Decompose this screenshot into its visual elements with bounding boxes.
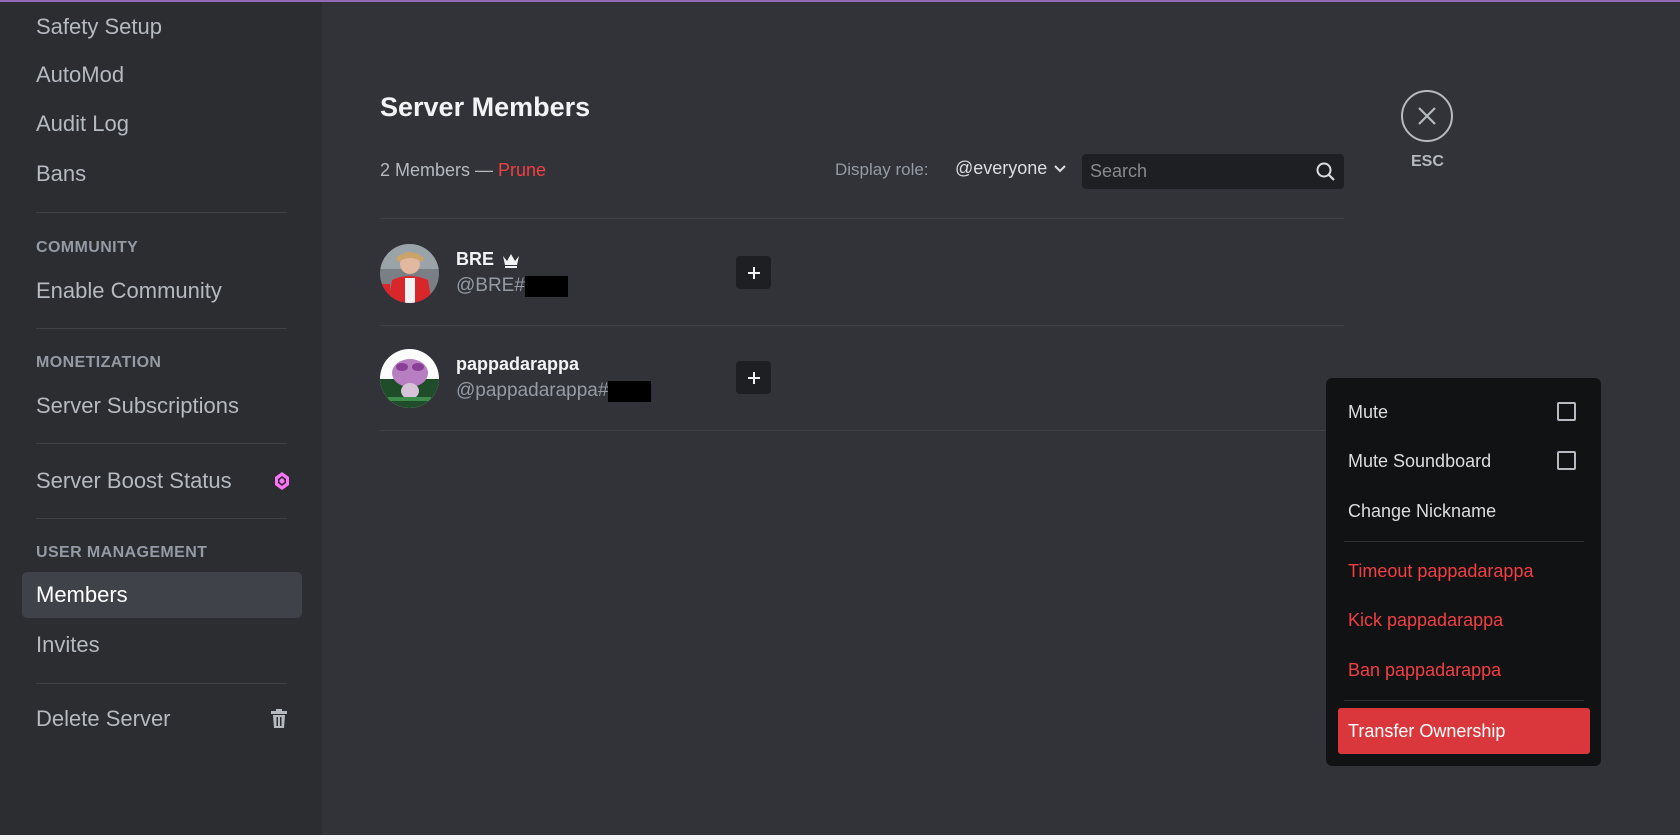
sidebar-item-invites[interactable]: Invites — [22, 622, 302, 668]
menu-divider — [1344, 700, 1584, 701]
menu-item-transfer-ownership[interactable]: Transfer Ownership — [1338, 708, 1590, 754]
sidebar-header-monetization: MONETIZATION — [36, 354, 162, 371]
sidebar-divider — [36, 212, 287, 213]
sidebar-item-label: Enable Community — [36, 278, 222, 303]
sidebar-item-label: Audit Log — [36, 111, 129, 136]
sidebar-item-label: Bans — [36, 161, 87, 186]
menu-item-change-nickname[interactable]: Change Nickname — [1338, 491, 1590, 531]
close-icon — [1418, 107, 1436, 125]
table-row[interactable]: BRE @BRE# — [380, 220, 1344, 324]
sidebar-item-label: Invites — [36, 632, 100, 657]
member-context-menu: Mute Mute Soundboard Change Nickname Tim… — [1326, 378, 1601, 766]
boost-gem-icon — [275, 472, 289, 490]
row-divider — [380, 218, 1344, 219]
trash-icon — [271, 709, 287, 728]
menu-item-label: Mute — [1348, 401, 1389, 422]
member-name: BRE — [456, 249, 520, 270]
plus-icon — [747, 266, 760, 279]
sidebar-header-community: COMMUNITY — [36, 239, 139, 256]
chevron-down-icon — [1054, 164, 1067, 172]
page-title: Server Members — [380, 92, 591, 122]
member-tag: @BRE# — [456, 275, 568, 297]
menu-item-mute-soundboard[interactable]: Mute Soundboard — [1338, 441, 1590, 481]
sidebar-item-server-subscriptions[interactable]: Server Subscriptions — [22, 383, 302, 429]
sidebar-item-automod[interactable]: AutoMod — [22, 52, 302, 98]
table-row[interactable]: pappadarappa @pappadarappa# — [380, 325, 1344, 429]
search-icon[interactable] — [1315, 161, 1336, 182]
sidebar-divider — [36, 328, 287, 329]
menu-item-mute[interactable]: Mute — [1338, 392, 1590, 432]
sidebar-divider — [36, 518, 287, 519]
member-name-text: pappadarappa — [456, 354, 580, 374]
display-role-value: @everyone — [955, 158, 1048, 178]
menu-item-kick[interactable]: Kick pappadarappa — [1338, 600, 1590, 640]
esc-label: ESC — [1411, 153, 1444, 170]
member-count: 2 Members — Prune — [380, 160, 546, 181]
sidebar-item-delete-server[interactable]: Delete Server — [22, 696, 302, 742]
member-tag: @pappadarappa# — [456, 380, 652, 402]
search-input[interactable] — [1082, 154, 1302, 189]
sidebar-item-label: Members — [36, 582, 128, 607]
sidebar-header-user-management: USER MANAGEMENT — [36, 544, 208, 561]
sidebar-divider — [36, 443, 287, 444]
sidebar-item-server-boost-status[interactable]: Server Boost Status — [22, 458, 302, 504]
avatar — [380, 349, 439, 408]
member-tag-text: @pappadarappa# — [456, 380, 609, 401]
sidebar-item-audit-log[interactable]: Audit Log — [22, 101, 302, 147]
menu-item-label: Kick pappadarappa — [1348, 609, 1504, 630]
sidebar-divider — [36, 683, 287, 684]
menu-item-label: Timeout pappadarappa — [1348, 560, 1534, 581]
mute-soundboard-checkbox[interactable] — [1557, 451, 1576, 470]
display-role-label: Display role: — [835, 160, 929, 179]
plus-icon — [747, 371, 760, 384]
member-tag-text: @BRE# — [456, 275, 525, 296]
sidebar-item-label: AutoMod — [36, 62, 125, 87]
add-role-button[interactable] — [736, 256, 771, 289]
menu-divider — [1344, 541, 1584, 542]
window-bottom-edge — [0, 835, 1680, 840]
avatar — [380, 244, 439, 303]
mute-checkbox[interactable] — [1557, 402, 1576, 421]
menu-item-ban[interactable]: Ban pappadarappa — [1338, 650, 1590, 690]
sidebar-item-bans[interactable]: Bans — [22, 151, 302, 197]
menu-item-label: Change Nickname — [1348, 500, 1497, 521]
settings-sidebar: Safety Setup AutoMod Audit Log Bans COMM… — [0, 2, 322, 835]
add-role-button[interactable] — [736, 361, 771, 394]
prune-link[interactable]: Prune — [498, 160, 546, 180]
close-button[interactable] — [1401, 90, 1453, 142]
menu-item-label: Mute Soundboard — [1348, 450, 1492, 471]
member-name: pappadarappa — [456, 354, 579, 375]
menu-item-label: Transfer Ownership — [1348, 720, 1506, 741]
member-search — [1082, 154, 1344, 189]
menu-item-timeout[interactable]: Timeout pappadarappa — [1338, 551, 1590, 591]
member-count-text: 2 Members — — [380, 160, 499, 180]
row-divider — [380, 430, 1344, 431]
sidebar-item-label: Delete Server — [36, 706, 171, 731]
redaction-box — [524, 275, 568, 297]
member-name-text: BRE — [456, 249, 495, 269]
sidebar-item-safety-setup[interactable]: Safety Setup — [22, 4, 302, 50]
sidebar-item-members[interactable]: Members — [22, 572, 302, 618]
redaction-box — [608, 380, 652, 402]
display-role-select[interactable]: @everyone — [955, 158, 1067, 179]
sidebar-item-enable-community[interactable]: Enable Community — [22, 268, 302, 314]
sidebar-item-label: Safety Setup — [36, 14, 162, 39]
menu-item-label: Ban pappadarappa — [1348, 659, 1502, 680]
sidebar-item-label: Server Boost Status — [36, 468, 232, 493]
crown-icon — [503, 253, 520, 268]
sidebar-item-label: Server Subscriptions — [36, 393, 239, 418]
